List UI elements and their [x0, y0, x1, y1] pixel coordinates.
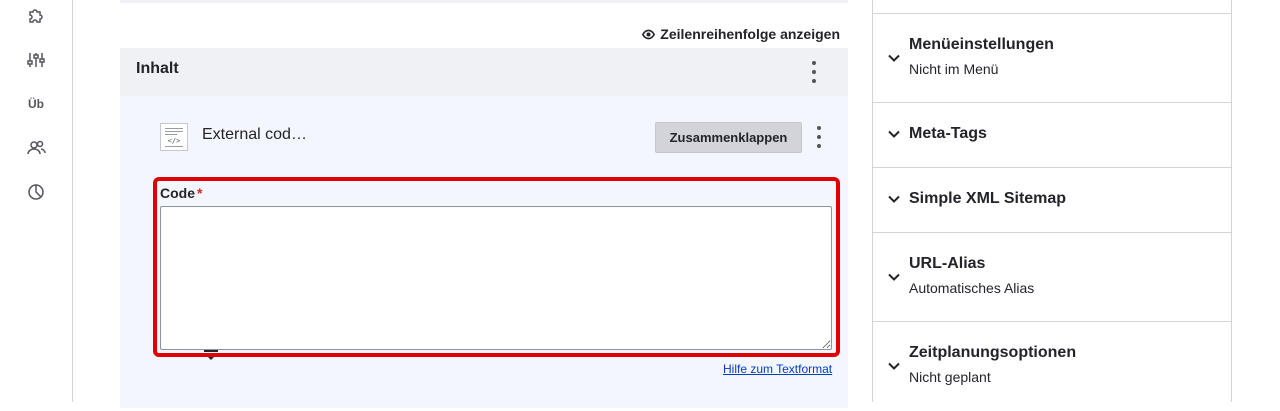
- meta-sidebar: Menüeinstellungen Nicht im Menü Meta-Tag…: [872, 0, 1232, 402]
- paragraph-icon-tag: </>: [167, 137, 181, 145]
- accordion-summary: Nicht im Menü: [909, 61, 999, 77]
- accordion-scheduling-options[interactable]: Zeitplanungsoptionen Nicht geplant: [873, 322, 1231, 411]
- code-textarea[interactable]: [160, 206, 832, 350]
- previous-section-edge: [873, 0, 1231, 14]
- panel-actions-kebab-icon[interactable]: [809, 61, 819, 83]
- accordion-title: Menüeinstellungen: [909, 36, 1054, 53]
- accordion-simple-xml-sitemap[interactable]: Simple XML Sitemap: [873, 168, 1231, 233]
- collapse-button[interactable]: Zusammenklappen: [655, 122, 802, 153]
- accordion-title: Zeitplanungsoptionen: [909, 344, 1077, 361]
- accordion-title: Simple XML Sitemap: [909, 190, 1067, 207]
- accordion-url-alias[interactable]: URL-Alias Automatisches Alias: [873, 233, 1231, 322]
- accordion-title: Meta-Tags: [909, 125, 987, 142]
- panel-title: Inhalt: [136, 60, 179, 77]
- admin-toolbar-sidebar: Üb: [0, 0, 73, 402]
- people-users-icon[interactable]: [24, 136, 48, 160]
- reports-pie-chart-icon[interactable]: [24, 180, 48, 204]
- configuration-sliders-icon[interactable]: [24, 48, 48, 72]
- chevron-down-icon: [888, 362, 900, 370]
- accordion-menu-settings[interactable]: Menüeinstellungen Nicht im Menü: [873, 14, 1231, 103]
- accordion-meta-tags[interactable]: Meta-Tags: [873, 103, 1231, 168]
- extend-puzzle-icon[interactable]: [24, 4, 48, 28]
- accordion-summary: Automatisches Alias: [909, 280, 1035, 296]
- required-asterisk: *: [197, 185, 203, 201]
- panel-header: Inhalt: [120, 48, 848, 96]
- show-row-order-label: Zeilenreihenfolge anzeigen: [660, 26, 840, 42]
- chevron-down-icon: [888, 130, 900, 138]
- paragraph-title: External cod…: [202, 126, 307, 143]
- eye-icon: [642, 29, 656, 39]
- code-field-label: Code *: [160, 185, 203, 201]
- chevron-down-icon: [888, 54, 900, 62]
- sidebar-item-label: Üb: [28, 97, 44, 111]
- code-paragraph-type-icon: </>: [160, 123, 188, 151]
- accordion-summary: Nicht geplant: [909, 369, 991, 385]
- chevron-down-icon: [888, 195, 900, 203]
- chevron-down-icon: [888, 273, 900, 281]
- previous-panel-edge: [120, 0, 848, 3]
- accordion-title: URL-Alias: [909, 255, 986, 272]
- sidebar-item-uebersetzung[interactable]: Üb: [24, 92, 48, 116]
- show-row-order-link[interactable]: Zeilenreihenfolge anzeigen: [642, 26, 840, 42]
- paragraph-actions-kebab-icon[interactable]: [814, 126, 824, 148]
- text-format-help-link[interactable]: Hilfe zum Textformat: [723, 362, 832, 376]
